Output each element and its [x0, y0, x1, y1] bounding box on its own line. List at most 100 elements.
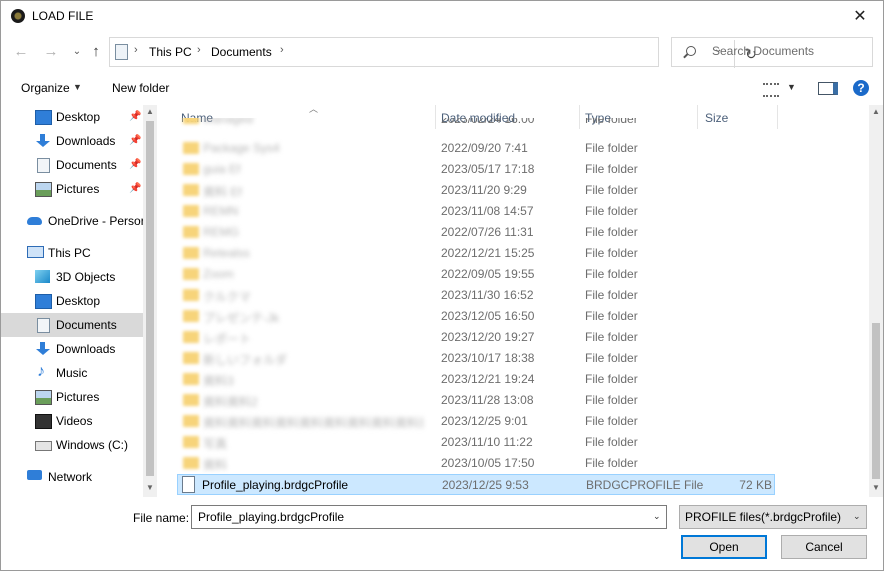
table-row[interactable]: 資料資料資料資料資料資料資料資料資料資料資料 2023/12/25 9:01 F… [177, 411, 773, 432]
file-type: File folder [585, 246, 638, 260]
file-name-field[interactable] [191, 505, 667, 529]
scroll-down-icon[interactable]: ▼ [146, 483, 154, 492]
scroll-up-icon[interactable]: ▲ [146, 107, 154, 116]
recent-locations-button[interactable]: ⌄ [67, 42, 87, 62]
close-button[interactable]: ✕ [837, 1, 883, 31]
table-row[interactable]: レポート 2023/12/20 19:27 File folder [177, 327, 773, 348]
nav-item-quick-pictures[interactable]: Pictures 📌 [1, 177, 143, 201]
up-button[interactable]: ↑ [86, 42, 106, 62]
scrollbar-thumb[interactable] [146, 121, 154, 476]
folder-icon [183, 205, 199, 217]
table-row[interactable]: プレゼンテ-Jk 2023/12/05 16:50 File folder [177, 306, 773, 327]
app-icon [11, 9, 25, 23]
file-type: File folder [585, 162, 638, 176]
pin-icon: 📌 [129, 135, 142, 146]
table-row[interactable]: REMG 2022/07/26 11:31 File folder [177, 222, 773, 243]
nav-item-windows-c[interactable]: Windows (C:) [1, 433, 143, 457]
nav-item-downloads[interactable]: Downloads [1, 337, 143, 361]
forward-button[interactable]: → [41, 42, 61, 62]
breadcrumb-documents[interactable]: Documents [211, 45, 272, 59]
nav-pane-scrollbar[interactable]: ▲ ▼ [143, 105, 157, 497]
file-list: Name ︿ Date modified Type Size Managed 2… [165, 105, 869, 497]
cancel-button[interactable]: Cancel [781, 535, 867, 559]
videos-icon [35, 414, 52, 429]
nav-item-network[interactable]: Network [1, 465, 143, 489]
nav-item-quick-downloads[interactable]: Downloads 📌 [1, 129, 143, 153]
file-list-scrollbar[interactable]: ▲ ▼ [869, 105, 883, 497]
folder-icon [183, 226, 199, 238]
nav-item-label: OneDrive - Persor [48, 214, 145, 228]
folder-icon [183, 163, 199, 175]
table-row[interactable]: 新しいフォルダ 2023/10/17 18:38 File folder [177, 348, 773, 369]
nav-item-3d-objects[interactable]: 3D Objects [1, 265, 143, 289]
nav-item-music[interactable]: Music [1, 361, 143, 385]
nav-item-documents[interactable]: Documents [1, 313, 143, 337]
table-row[interactable]: 資料資料2 2023/11/28 13:08 File folder [177, 390, 773, 411]
file-type: File folder [585, 393, 638, 407]
folder-icon [183, 184, 199, 196]
table-row[interactable]: 資料 Ef 2023/11/20 9:29 File folder [177, 180, 773, 201]
file-type: File folder [585, 204, 638, 218]
table-row[interactable]: Managed 2023/02/24 16:00 File folder [177, 118, 773, 132]
downloads-icon [35, 134, 50, 147]
folder-icon [183, 457, 199, 469]
caret-down-icon[interactable]: ▼ [73, 82, 82, 92]
view-options-icon[interactable] [763, 83, 779, 97]
search-input[interactable] [710, 43, 864, 59]
chevron-right-icon[interactable]: › [280, 44, 284, 56]
file-name: 資料 [203, 458, 228, 472]
nav-item-quick-desktop[interactable]: Desktop 📌 [1, 105, 143, 129]
pictures-icon [35, 182, 52, 197]
caret-down-icon[interactable]: ▼ [787, 82, 796, 92]
file-name-input[interactable] [196, 509, 640, 525]
nav-item-desktop[interactable]: Desktop [1, 289, 143, 313]
nav-item-onedrive[interactable]: OneDrive - Persor [1, 209, 145, 233]
table-row[interactable]: Zoom 2022/09/05 19:55 File folder [177, 264, 773, 285]
file-date: 2023/12/25 9:53 [442, 478, 529, 492]
back-button[interactable]: ← [11, 42, 31, 62]
file-size: 72 KB [739, 478, 772, 492]
folder-icon [183, 289, 199, 301]
table-row[interactable]: 写真 2023/11/10 11:22 File folder [177, 432, 773, 453]
file-type-filter[interactable]: PROFILE files(*.brdgcProfile) [679, 505, 867, 529]
address-bar[interactable]: › This PC › Documents › ⌄ ↻ [109, 37, 757, 68]
scroll-up-icon[interactable]: ▲ [872, 107, 880, 116]
filter-dropdown-icon[interactable]: ⌄ [853, 511, 861, 522]
new-folder-button[interactable]: New folder [112, 81, 169, 95]
file-type: File folder [585, 330, 638, 344]
preview-pane-icon[interactable] [818, 82, 838, 95]
file-name: クルクマ [203, 290, 251, 304]
nav-item-videos[interactable]: Videos [1, 409, 143, 433]
nav-item-quick-documents[interactable]: Documents 📌 [1, 153, 143, 177]
table-row-selected[interactable]: Profile_playing.brdgcProfile 2023/12/25 … [177, 474, 775, 495]
file-name: 資料資料2 [203, 395, 258, 409]
table-row[interactable]: 資料 2023/10/05 17:50 File folder [177, 453, 773, 474]
table-row[interactable]: Retealss 2022/12/21 15:25 File folder [177, 243, 773, 264]
nav-item-label: Windows (C:) [56, 438, 129, 452]
table-row[interactable]: 資料3 2023/12/21 19:24 File folder [177, 369, 773, 390]
file-type: File folder [585, 414, 638, 428]
scroll-down-icon[interactable]: ▼ [872, 483, 880, 492]
table-row[interactable]: guia Ef 2023/05/17 17:18 File folder [177, 159, 773, 180]
table-row[interactable]: クルクマ 2023/11/30 16:52 File folder [177, 285, 773, 306]
table-row[interactable]: REMN 2023/11/08 14:57 File folder [177, 201, 773, 222]
folder-icon [183, 118, 199, 124]
file-type: File folder [585, 225, 638, 239]
search-box[interactable] [671, 37, 873, 67]
file-name-dropdown-icon[interactable]: ⌄ [653, 511, 661, 522]
file-type: File folder [585, 351, 638, 365]
nav-item-this-pc[interactable]: This PC [1, 241, 143, 265]
scrollbar-thumb[interactable] [872, 323, 880, 479]
documents-icon [37, 318, 50, 333]
open-button[interactable]: Open [681, 535, 767, 559]
breadcrumb-this-pc[interactable]: This PC [149, 45, 192, 59]
help-icon[interactable]: ? [853, 80, 869, 96]
file-date: 2023/11/28 13:08 [441, 393, 534, 407]
chevron-right-icon[interactable]: › [197, 44, 201, 56]
nav-item-pictures[interactable]: Pictures [1, 385, 143, 409]
table-row[interactable]: Package Sys4 2022/09/20 7:41 File folder [177, 138, 773, 159]
file-date: 2022/09/05 19:55 [441, 267, 535, 281]
folder-icon [183, 268, 199, 280]
organize-button[interactable]: Organize [21, 81, 70, 95]
nav-item-label: 3D Objects [56, 270, 116, 284]
